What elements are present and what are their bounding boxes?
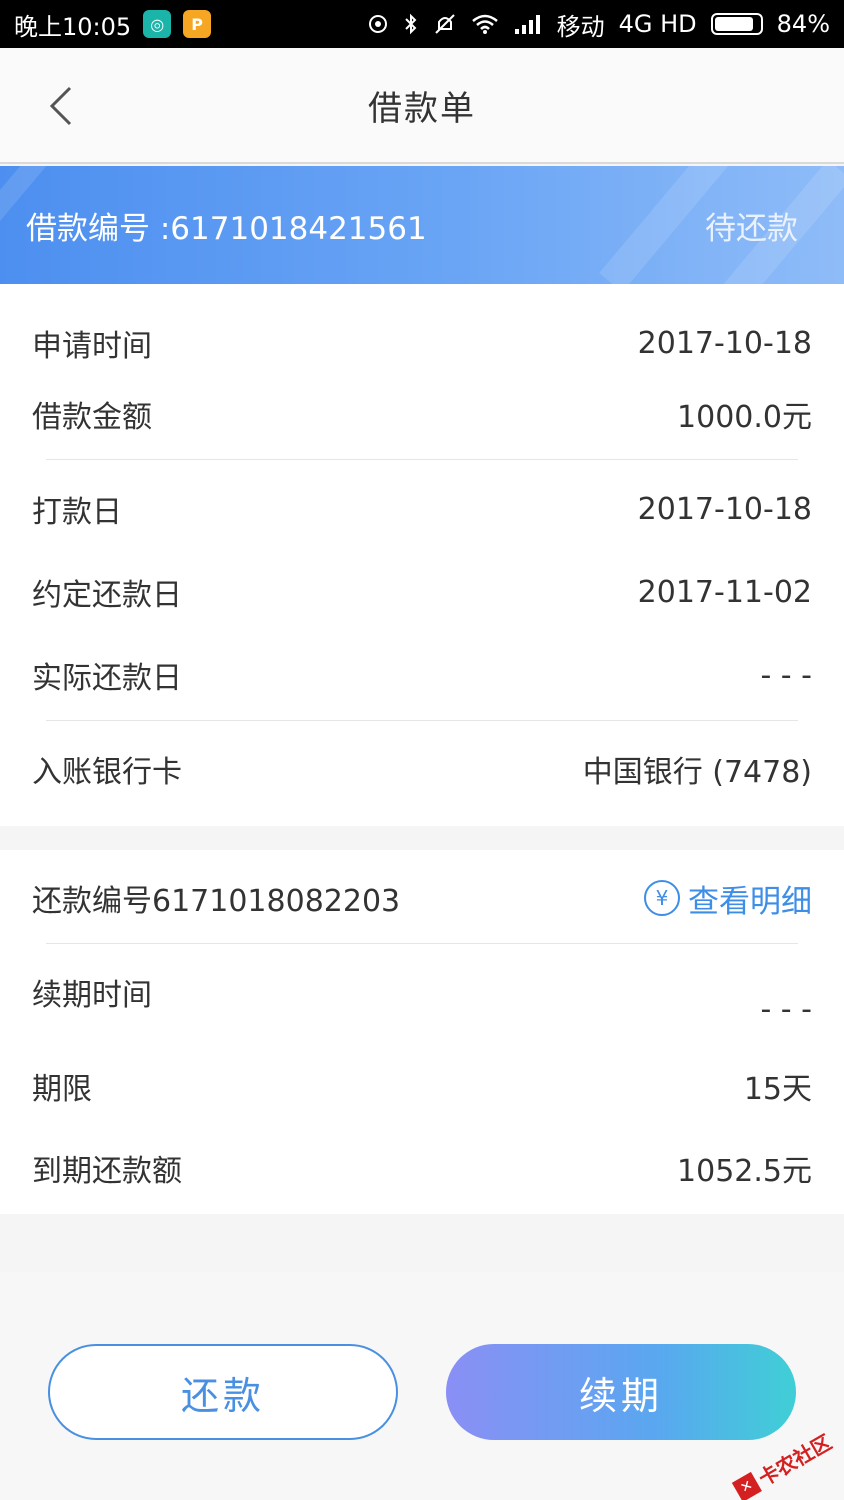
info-row: 入账银行卡 中国银行 (7478) <box>32 747 812 791</box>
row-value: 1000.0元 <box>677 400 812 435</box>
view-detail-label: 查看明细 <box>688 883 812 920</box>
row-value: - - - <box>760 992 812 1027</box>
yen-icon: ¥ <box>644 880 680 916</box>
repayment-header-row: 还款编号6171018082203 ¥ 查看明细 <box>32 876 812 920</box>
status-bar: 晚上10:05 ◎ P 移动 4G HD 84% <box>0 0 844 48</box>
loan-number: 借款编号 :6171018421561 <box>26 210 427 247</box>
info-row: 借款金额 1000.0元 <box>32 392 812 436</box>
battery-icon <box>710 13 763 35</box>
carrier: 移动 <box>556 12 605 41</box>
row-label: 实际还款日 <box>32 661 182 696</box>
battery-percent: 84% <box>776 10 830 38</box>
row-value: 2017-10-18 <box>637 491 812 527</box>
info-row: 续期时间 - - - <box>32 970 812 1038</box>
signal-icon <box>513 13 543 35</box>
mute-icon <box>433 12 457 36</box>
divider <box>46 720 798 721</box>
repayment-card: 还款编号6171018082203 ¥ 查看明细 续期时间 - - - 期限 1… <box>0 850 844 1214</box>
network-type: 4G HD <box>618 10 697 38</box>
divider <box>46 943 798 944</box>
loan-banner: 借款编号 :6171018421561 待还款 <box>0 166 844 284</box>
info-row: 约定还款日 2017-11-02 <box>32 570 812 614</box>
info-row: 到期还款额 1052.5元 <box>32 1146 812 1190</box>
page-title: 借款单 <box>368 88 476 129</box>
hotspot-icon <box>367 13 389 35</box>
row-label: 续期时间 <box>32 978 152 1013</box>
info-row: 期限 15天 <box>32 1064 812 1108</box>
info-row: 实际还款日 - - - <box>32 653 812 697</box>
row-value: 2017-10-18 <box>637 325 812 361</box>
row-label: 借款金额 <box>32 400 152 435</box>
loan-status: 待还款 <box>705 210 798 247</box>
row-value: 15天 <box>743 1072 812 1107</box>
back-button[interactable] <box>40 82 80 130</box>
chevron-left-icon <box>49 86 72 126</box>
row-value: - - - <box>760 657 812 693</box>
nav-bar: 借款单 <box>0 48 844 164</box>
row-label: 到期还款额 <box>32 1154 182 1189</box>
row-label: 打款日 <box>32 495 122 530</box>
bluetooth-icon <box>403 12 419 36</box>
row-value: 1052.5元 <box>677 1154 812 1189</box>
app-notification-icon-2: P <box>183 10 212 38</box>
app-notification-icon: ◎ <box>143 10 172 38</box>
info-row: 打款日 2017-10-18 <box>32 487 812 531</box>
bank-card-value: 中国银行 (7478) <box>582 755 812 790</box>
repayment-number: 还款编号6171018082203 <box>32 884 401 919</box>
divider <box>46 459 798 460</box>
row-label: 期限 <box>32 1072 92 1107</box>
row-label: 申请时间 <box>32 329 152 364</box>
row-label: 约定还款日 <box>32 578 182 613</box>
view-detail-link[interactable]: ¥ 查看明细 <box>644 876 812 921</box>
info-row: 申请时间 2017-10-18 <box>32 321 812 365</box>
row-label: 入账银行卡 <box>32 755 182 790</box>
renew-button[interactable]: 续期 <box>446 1344 796 1440</box>
loan-info-card: 申请时间 2017-10-18 借款金额 1000.0元 打款日 2017-10… <box>0 284 844 826</box>
wifi-icon <box>471 13 499 35</box>
status-time: 晚上10:05 <box>14 12 132 41</box>
repay-button[interactable]: 还款 <box>48 1344 398 1440</box>
row-value: 2017-11-02 <box>637 574 812 610</box>
